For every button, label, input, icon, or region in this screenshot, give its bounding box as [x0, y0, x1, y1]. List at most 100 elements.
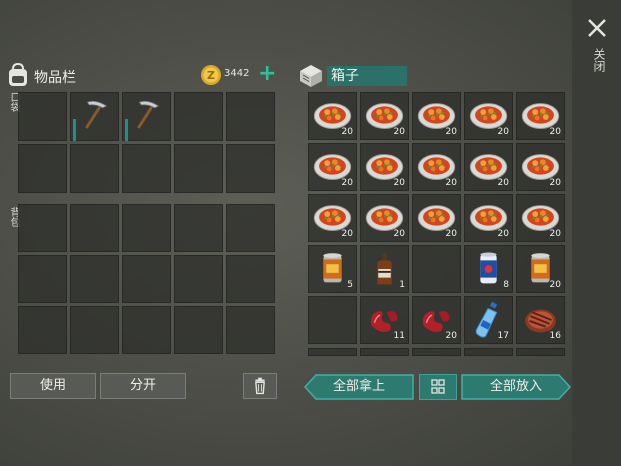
backpack-slot[interactable] — [18, 255, 67, 303]
backpack-slot[interactable] — [18, 204, 67, 252]
box-slot[interactable]: 20 — [308, 143, 357, 191]
box-title: 箱子 — [327, 66, 407, 86]
svg-text:Z: Z — [207, 69, 215, 82]
close-icon[interactable] — [583, 14, 611, 42]
backpack-slot[interactable] — [18, 306, 67, 354]
box-slot[interactable]: 20 — [412, 143, 461, 191]
put-all-button[interactable]: 全部放入 — [461, 374, 571, 400]
box-slot[interactable]: 20 — [464, 194, 513, 242]
item-quantity: 20 — [549, 229, 561, 239]
take-all-label: 全部拿上 — [332, 379, 385, 394]
pocket-slot[interactable] — [18, 144, 67, 193]
item-quantity: 20 — [393, 229, 405, 239]
item-quantity: 20 — [549, 280, 561, 290]
backpack-slot[interactable] — [174, 255, 223, 303]
add-coins-button[interactable]: + — [258, 63, 276, 85]
item-quantity: 16 — [549, 331, 561, 341]
sort-button[interactable] — [419, 374, 457, 400]
item-quantity: 17 — [497, 331, 509, 341]
box-slot[interactable]: 20 — [412, 92, 461, 140]
pickaxe-icon — [85, 100, 108, 129]
backpack-slot[interactable] — [174, 204, 223, 252]
pocket-slot[interactable] — [70, 92, 119, 141]
item-quantity: 20 — [445, 331, 457, 341]
pocket-slot[interactable] — [122, 92, 171, 141]
backpack-slot[interactable] — [70, 306, 119, 354]
durability-bar — [73, 119, 76, 141]
item-quantity: 20 — [549, 178, 561, 188]
box-slot[interactable]: 20 — [464, 143, 513, 191]
backpack-slot[interactable] — [122, 255, 171, 303]
item-quantity: 20 — [393, 127, 405, 137]
box-slot[interactable]: 20 — [516, 143, 565, 191]
backpack-slot[interactable] — [226, 255, 275, 303]
item-quantity: 20 — [445, 229, 457, 239]
item-quantity: 8 — [503, 280, 509, 290]
backpack-grid — [18, 204, 275, 354]
box-slot[interactable]: 5 — [308, 245, 357, 293]
box-slot[interactable]: 20 — [360, 92, 409, 140]
pocket-slot[interactable] — [174, 144, 223, 193]
backpack-slot[interactable] — [226, 204, 275, 252]
box-slot[interactable]: 20 — [516, 245, 565, 293]
backpack-icon — [9, 62, 27, 86]
box-slot[interactable]: 20 — [360, 194, 409, 242]
box-slot[interactable] — [308, 296, 357, 344]
box-slot[interactable]: 20 — [360, 143, 409, 191]
pickaxe-icon — [137, 100, 160, 129]
pocket-slot[interactable] — [122, 144, 171, 193]
backpack-slot[interactable] — [226, 306, 275, 354]
box-icon — [300, 65, 322, 87]
pocket-slot[interactable] — [226, 144, 275, 193]
box-slot[interactable]: 17 — [464, 296, 513, 344]
box-slot[interactable] — [412, 245, 461, 293]
split-button[interactable]: 分开 — [100, 373, 186, 399]
use-button[interactable]: 使用 — [10, 373, 96, 399]
backpack-slot[interactable] — [70, 255, 119, 303]
durability-bar — [125, 119, 128, 141]
pocket-slot[interactable] — [18, 92, 67, 141]
box-slot[interactable]: 1 — [360, 245, 409, 293]
item-quantity: 20 — [445, 178, 457, 188]
item-quantity: 20 — [497, 127, 509, 137]
grid-sort-icon — [431, 379, 445, 394]
box-slot[interactable]: 8 — [464, 245, 513, 293]
pocket-slot[interactable] — [174, 92, 223, 141]
box-slot[interactable]: 16 — [516, 296, 565, 344]
pocket-slot[interactable] — [70, 144, 119, 193]
put-all-label: 全部放入 — [489, 379, 542, 394]
pocket-slot[interactable] — [226, 92, 275, 141]
item-quantity: 20 — [341, 178, 353, 188]
trash-icon — [255, 377, 265, 395]
box-slot[interactable]: 20 — [516, 194, 565, 242]
box-slot[interactable]: 11 — [360, 296, 409, 344]
close-label[interactable]: 关闭 — [588, 48, 606, 72]
item-quantity: 20 — [445, 127, 457, 137]
coin-icon: Z — [201, 65, 221, 85]
item-quantity: 20 — [497, 178, 509, 188]
backpack-slot[interactable] — [174, 306, 223, 354]
trash-button[interactable] — [243, 373, 277, 399]
box-header: 箱子 — [297, 62, 417, 90]
inventory-header: 物品栏 Z 3442 + — [6, 62, 278, 90]
box-grid-overflow — [308, 348, 569, 356]
box-slot[interactable]: 20 — [464, 92, 513, 140]
pocket-grid — [18, 92, 275, 193]
item-quantity: 11 — [393, 331, 405, 341]
box-grid: 20 20 20 20 20 20 20 20 20 20 20 20 20 20 20 5 1 8 20 11 20 1… — [308, 92, 565, 344]
box-slot[interactable]: 20 — [412, 194, 461, 242]
box-slot[interactable]: 20 — [412, 296, 461, 344]
backpack-slot[interactable] — [122, 204, 171, 252]
item-quantity: 1 — [399, 280, 405, 290]
backpack-slot[interactable] — [70, 204, 119, 252]
item-quantity: 20 — [393, 178, 405, 188]
item-quantity: 20 — [549, 127, 561, 137]
take-all-button[interactable]: 全部拿上 — [304, 374, 414, 400]
backpack-slot[interactable] — [122, 306, 171, 354]
box-slot[interactable]: 20 — [516, 92, 565, 140]
box-slot[interactable]: 20 — [308, 194, 357, 242]
inventory-title: 物品栏 — [34, 70, 76, 86]
coin-count: 3442 — [224, 68, 250, 79]
item-quantity: 20 — [497, 229, 509, 239]
box-slot[interactable]: 20 — [308, 92, 357, 140]
